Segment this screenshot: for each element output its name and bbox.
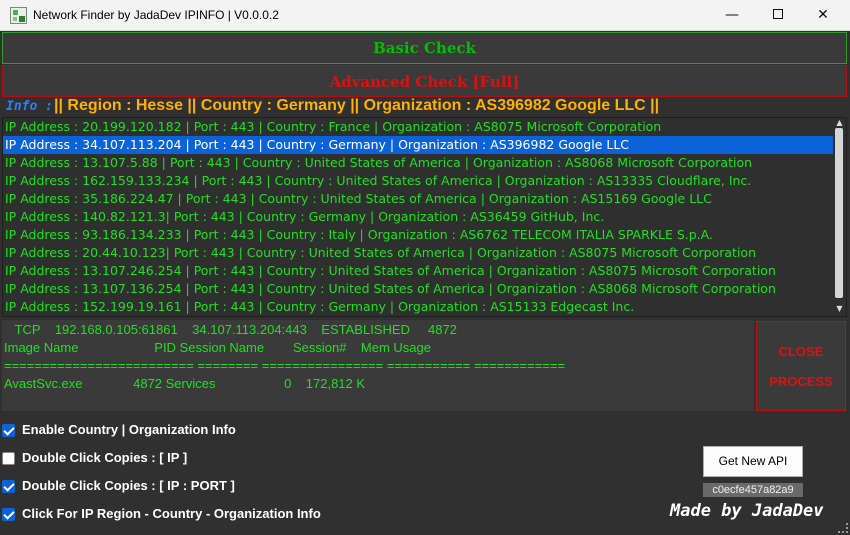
resize-grip-icon[interactable] — [838, 523, 848, 533]
option-label: Click For IP Region - Country - Organiza… — [22, 506, 321, 521]
scroll-down-icon[interactable]: ▼ — [833, 304, 846, 314]
tasklist-row: AvastSvc.exe 4872 Services 0 172,812 K — [4, 376, 366, 391]
checkbox-checked[interactable] — [2, 480, 15, 493]
info-text: || Region : Hesse || Country : Germany |… — [54, 97, 660, 114]
ip-list-item[interactable]: IP Address : 20.44.10.123| Port : 443 | … — [3, 244, 833, 262]
ip-list-item[interactable]: IP Address : 13.107.246.254 | Port : 443… — [3, 262, 833, 280]
info-line: Info : || Region : Hesse || Country : Ge… — [0, 97, 850, 117]
ip-list-item[interactable]: IP Address : 93.186.134.233 | Port : 443… — [3, 226, 833, 244]
process-output-box: TCP 192.168.0.105:61861 34.107.113.204:4… — [2, 320, 754, 411]
maximize-button[interactable] — [755, 0, 801, 31]
option-label: Enable Country | Organization Info — [22, 422, 236, 437]
ip-list-item[interactable]: IP Address : 13.107.5.88 | Port : 443 | … — [3, 154, 833, 172]
close-process-button[interactable]: CLOSE PROCESS — [756, 321, 846, 411]
close-process-label-line2: PROCESS — [769, 374, 833, 389]
ip-list-item[interactable]: IP Address : 20.199.120.182 | Port : 443… — [3, 118, 833, 136]
option-label: Double Click Copies : [ IP ] — [22, 450, 188, 465]
close-process-label-line1: CLOSE — [778, 344, 824, 359]
netstat-line: TCP 192.168.0.105:61861 34.107.113.204:4… — [4, 322, 457, 337]
api-key-label: c0ecfe457a82a9 — [703, 483, 803, 497]
checkbox-unchecked[interactable] — [2, 452, 15, 465]
ip-list-item[interactable]: IP Address : 140.82.121.3| Port : 443 | … — [3, 208, 833, 226]
close-window-button[interactable]: ✕ — [800, 0, 846, 31]
scroll-thumb[interactable] — [835, 128, 843, 298]
checkbox-checked[interactable] — [2, 508, 15, 521]
window-title: Network Finder by JadaDev IPINFO | V0.0.… — [33, 8, 279, 22]
title-bar: Network Finder by JadaDev IPINFO | V0.0.… — [0, 0, 850, 31]
get-new-api-button[interactable]: Get New API — [703, 446, 803, 477]
ip-list-item[interactable]: IP Address : 162.159.133.234 | Port : 44… — [3, 172, 833, 190]
ip-list-item[interactable]: IP Address : 152.199.19.161 | Port : 443… — [3, 298, 833, 316]
basic-check-button[interactable]: Basic Check — [2, 32, 847, 64]
made-by-label: Made by JadaDev — [670, 501, 824, 521]
tasklist-separator: ========================= ======== =====… — [4, 358, 566, 373]
app-icon — [10, 7, 27, 24]
ip-list-item[interactable]: IP Address : 35.186.224.47 | Port : 443 … — [3, 190, 833, 208]
minimize-button[interactable]: — — [709, 0, 755, 31]
ip-list-item-selected[interactable]: IP Address : 34.107.113.204 | Port : 443… — [3, 136, 833, 154]
checkbox-checked[interactable] — [2, 424, 15, 437]
scroll-up-icon[interactable]: ▲ — [833, 118, 846, 128]
ip-connection-list[interactable]: IP Address : 20.199.120.182 | Port : 443… — [2, 117, 847, 317]
info-label: Info : — [6, 99, 53, 114]
option-label: Double Click Copies : [ IP : PORT ] — [22, 478, 235, 493]
tasklist-header: Image Name PID Session Name Session# Mem… — [4, 340, 431, 355]
advanced-check-button[interactable]: Advanced Check [Full] — [2, 65, 847, 97]
ip-list-scrollbar[interactable]: ▲ ▼ — [833, 118, 846, 316]
maximize-icon — [773, 8, 783, 19]
ip-list-item[interactable]: IP Address : 13.107.136.254 | Port : 443… — [3, 280, 833, 298]
